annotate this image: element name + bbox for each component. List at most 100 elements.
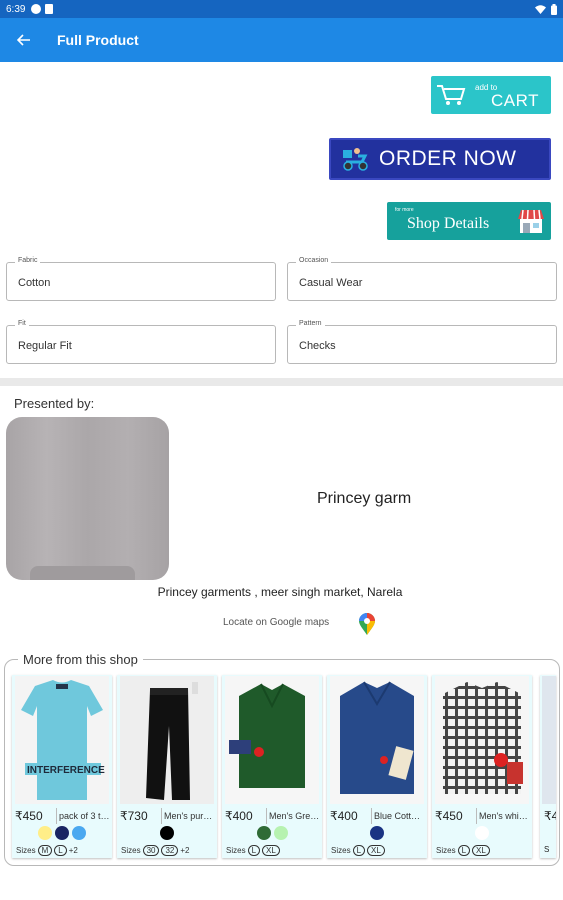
color-swatches: [432, 826, 532, 840]
product-card[interactable]: ₹450 Men's white... Sizes L XL: [432, 675, 532, 858]
product-price: ₹400: [330, 809, 358, 823]
color-swatches: [117, 826, 217, 840]
fabric-value: Cotton: [18, 277, 51, 289]
color-swatch: [55, 826, 69, 840]
product-card[interactable]: ₹730 Men's pure ... Sizes 30 32 +2: [117, 675, 217, 858]
pattern-field[interactable]: Pattern Checks: [287, 320, 557, 364]
product-price: ₹400: [225, 809, 253, 823]
occasion-field[interactable]: Occasion Casual Wear: [287, 257, 557, 301]
google-maps-pin-icon[interactable]: [357, 612, 377, 636]
notification-sim-icon: [45, 4, 54, 14]
size-chip: 30: [142, 845, 160, 856]
size-list: Sizes L XL: [331, 845, 385, 856]
more-sizes-count: +2: [68, 846, 78, 855]
size-chip: L: [247, 845, 261, 856]
size-chip: L: [54, 845, 67, 856]
occasion-value: Casual Wear: [299, 277, 363, 289]
product-card[interactable]: ₹400 Blue Cotton... Sizes L XL: [327, 675, 427, 858]
more-from-shop-title: More from this shop: [18, 652, 143, 667]
size-chip: XL: [367, 845, 385, 856]
fit-label: Fit: [15, 320, 29, 327]
sizes-label: Sizes: [121, 846, 141, 855]
product-price: ₹450: [15, 809, 43, 823]
color-swatch: [72, 826, 86, 840]
product-image: [435, 676, 529, 804]
fit-field[interactable]: Fit Regular Fit: [6, 320, 276, 364]
fabric-label: Fabric: [15, 257, 41, 264]
size-chip: 32: [161, 845, 179, 856]
size-list: Sizes 30 32 +2: [121, 845, 190, 856]
size-chip: XL: [472, 845, 490, 856]
product-name: Men's pure ...: [164, 811, 215, 821]
fabric-field[interactable]: Fabric Cotton: [6, 257, 276, 301]
system-icons: [535, 3, 557, 15]
cart-button-label: CART: [491, 91, 539, 110]
order-now-label: ORDER NOW: [379, 147, 517, 170]
color-swatches: [12, 826, 112, 840]
product-name: Blue Cotton...: [374, 811, 425, 821]
shopping-cart-icon: [437, 85, 466, 105]
color-swatch: [475, 826, 489, 840]
sizes-label: Sizes: [331, 846, 351, 855]
size-list: Sizes L XL: [226, 845, 280, 856]
battery-icon: [551, 3, 557, 15]
back-arrow-icon: [16, 33, 30, 46]
sizes-label: Sizes: [436, 846, 456, 855]
locate-on-maps-link[interactable]: Locate on Google maps: [223, 617, 329, 628]
color-swatch: [273, 826, 288, 840]
color-swatches: [222, 826, 322, 840]
shop-details-button[interactable]: for more Shop Details: [387, 202, 551, 240]
size-chip: XL: [262, 845, 280, 856]
product-price: ₹450: [435, 809, 463, 823]
product-card[interactable]: ₹400 Men's Gree... Sizes L XL: [222, 675, 322, 858]
wifi-icon: [535, 4, 546, 14]
color-swatches: [327, 826, 427, 840]
section-divider: [0, 378, 563, 386]
store-icon: [518, 209, 544, 233]
notification-app-icon: [31, 4, 42, 14]
size-list: Sizes M L +2: [16, 845, 78, 856]
product-image: [120, 676, 214, 804]
more-sizes-count: +2: [180, 846, 190, 855]
size-chip: M: [37, 845, 53, 856]
size-chip: L: [457, 845, 471, 856]
pattern-value: Checks: [299, 340, 336, 352]
shop-details-caption: for more: [395, 207, 414, 213]
status-bar: 6:39: [0, 0, 563, 18]
order-now-button[interactable]: ORDER NOW: [329, 138, 551, 180]
product-name: pack of 3 th...: [59, 811, 110, 821]
sizes-label: S: [544, 845, 550, 854]
product-image: INTERFERENCE: [15, 676, 109, 804]
add-to-cart-button[interactable]: add to CART: [431, 76, 551, 114]
size-list: Sizes L XL: [436, 845, 490, 856]
sizes-label: Sizes: [226, 846, 246, 855]
shop-details-label: Shop Details: [407, 215, 490, 232]
sizes-label: Sizes: [16, 846, 36, 855]
fit-value: Regular Fit: [18, 340, 72, 352]
product-card-partial[interactable]: ₹4 S: [540, 675, 556, 858]
product-image: [542, 676, 556, 804]
shop-photo[interactable]: [6, 417, 169, 580]
product-name: Men's Gree...: [269, 811, 320, 821]
occasion-label: Occasion: [296, 257, 332, 264]
notification-icons: [31, 4, 54, 14]
svg-text:INTERFERENCE: INTERFERENCE: [27, 765, 105, 776]
product-name: Men's white...: [479, 811, 530, 821]
presented-by-label: Presented by:: [14, 396, 95, 411]
pattern-label: Pattern: [296, 320, 325, 327]
color-swatch: [160, 826, 174, 840]
product-card[interactable]: INTERFERENCE ₹450 pack of 3 th... Sizes …: [12, 675, 112, 858]
shop-address: Princey garments , meer singh market, Na…: [157, 585, 403, 599]
product-price: ₹730: [120, 809, 148, 823]
delivery-scooter-icon: [343, 148, 368, 171]
product-price: ₹4: [544, 809, 556, 823]
shop-name: Princey garm: [317, 490, 412, 507]
page-title: Full Product: [57, 32, 139, 48]
color-swatch: [256, 826, 271, 840]
status-time: 6:39: [6, 3, 26, 15]
app-bar: Full Product: [0, 18, 563, 62]
size-chip: L: [352, 845, 366, 856]
color-swatch: [38, 826, 52, 840]
product-image: [225, 676, 319, 804]
back-button[interactable]: [0, 30, 48, 51]
